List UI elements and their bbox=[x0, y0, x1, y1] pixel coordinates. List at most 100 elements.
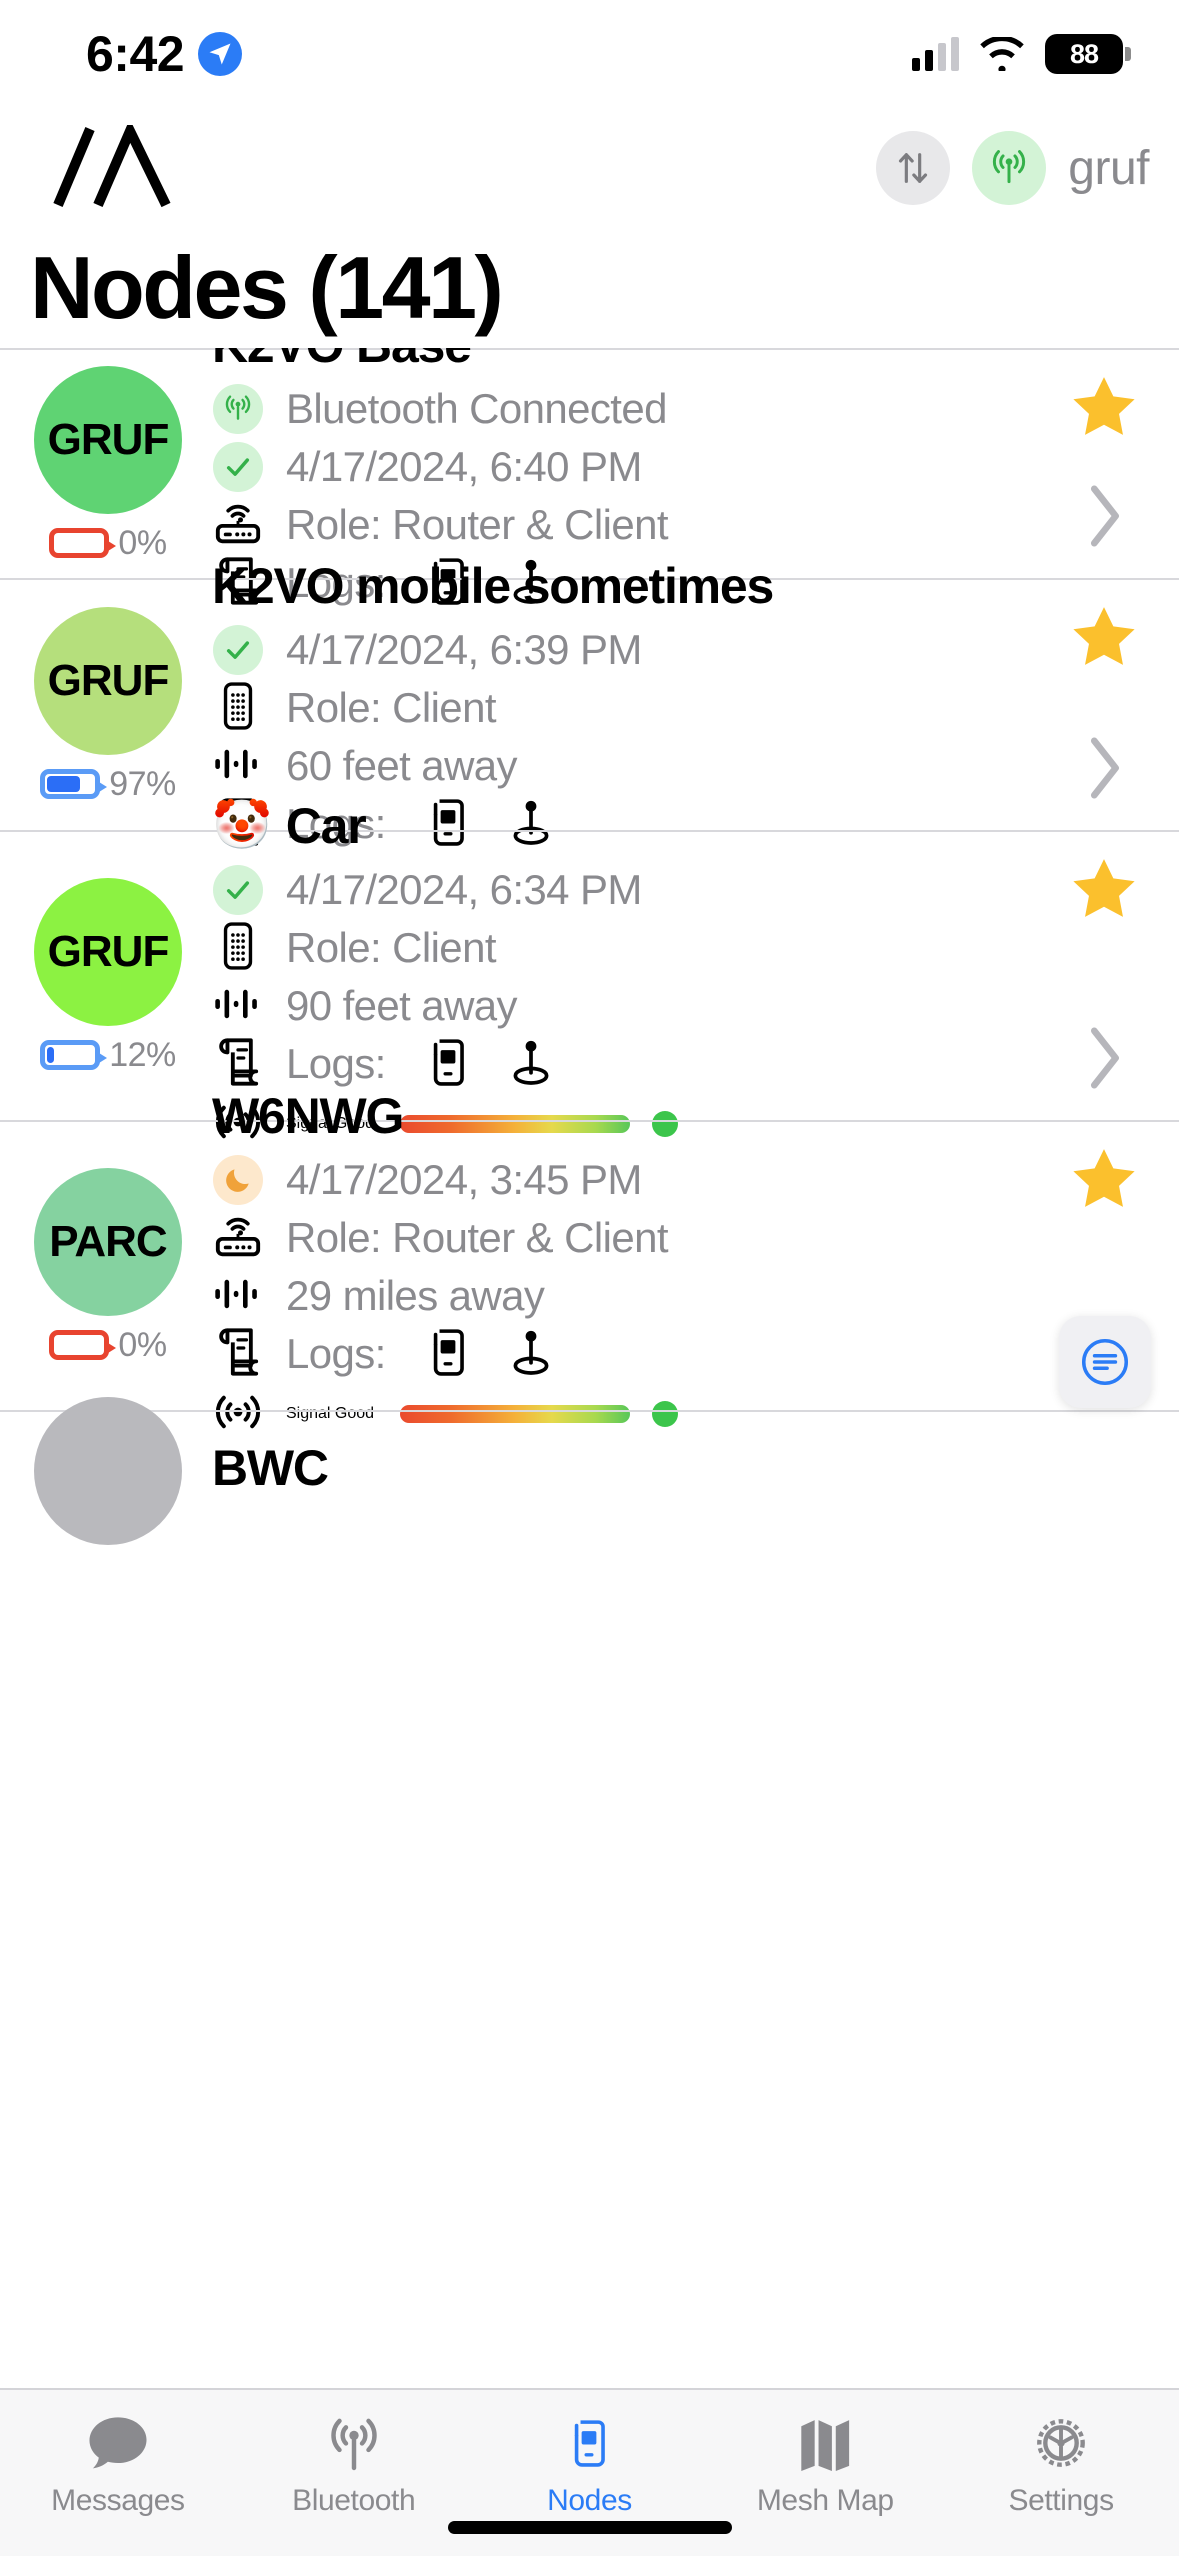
node-name: W6NWG bbox=[212, 1088, 404, 1144]
checkmark-icon bbox=[213, 442, 263, 492]
node-detail-row: 90 feet away bbox=[212, 977, 1059, 1035]
waveform-icon bbox=[213, 1272, 263, 1321]
detail-text: 4/17/2024, 6:39 PM bbox=[286, 626, 642, 673]
node-detail-row: Role: Router & Client bbox=[212, 1209, 1059, 1267]
chevron-right-icon[interactable] bbox=[1082, 481, 1126, 556]
sort-arrows-icon[interactable] bbox=[876, 131, 951, 205]
node-avatar-column: GRUF 12% bbox=[28, 877, 188, 1075]
detail-icon-slot bbox=[212, 384, 264, 434]
avatar: GRUF bbox=[34, 606, 182, 755]
page-title: Nodes (141) bbox=[0, 228, 1179, 348]
avatar: GRUF bbox=[34, 877, 182, 1026]
home-indicator bbox=[447, 2521, 732, 2534]
detail-text: Role: Client bbox=[286, 684, 497, 731]
detail-icon-slot bbox=[212, 1212, 264, 1265]
log-icons[interactable] bbox=[430, 1326, 552, 1383]
chevron-right-icon[interactable] bbox=[1082, 1023, 1126, 1098]
status-bar-left: 6:42 bbox=[86, 25, 243, 83]
node-detail-row: 4/17/2024, 3:45 PM bbox=[212, 1151, 1059, 1209]
star-icon[interactable] bbox=[1069, 602, 1139, 675]
moon-icon bbox=[213, 1155, 263, 1205]
status-bar-clock: 6:42 bbox=[86, 26, 185, 82]
status-bar-battery: 88 bbox=[1045, 34, 1131, 74]
node-row-actions bbox=[1059, 1412, 1149, 1530]
node-battery: 0% bbox=[49, 523, 167, 563]
tab-label: Settings bbox=[1008, 2484, 1114, 2517]
node-name: Car bbox=[285, 798, 367, 854]
tab-label: Messages bbox=[51, 2484, 185, 2517]
star-icon[interactable] bbox=[1069, 372, 1139, 445]
broadcast-icon[interactable] bbox=[972, 131, 1047, 205]
star-icon[interactable] bbox=[1069, 854, 1139, 927]
tab-nodes[interactable]: Nodes bbox=[489, 2412, 689, 2518]
node-avatar-column: GRUF 0% bbox=[28, 365, 188, 563]
antenna-icon bbox=[325, 2412, 383, 2474]
battery-icon bbox=[40, 769, 108, 799]
detail-icon-slot bbox=[212, 1272, 264, 1321]
flip-phone-icon[interactable] bbox=[430, 1326, 466, 1383]
map-pin-icon[interactable] bbox=[510, 1326, 552, 1383]
detail-icon-slot bbox=[212, 681, 264, 736]
tab-label: Mesh Map bbox=[756, 2484, 894, 2517]
cellular-bars-icon bbox=[912, 37, 959, 71]
logs-scroll-icon bbox=[215, 1326, 261, 1383]
node-row-actions bbox=[1059, 580, 1149, 830]
tab-messages[interactable]: Messages bbox=[18, 2412, 218, 2518]
node-emoji: 🤡 bbox=[212, 799, 272, 852]
node-avatar-column: PARC 0% bbox=[28, 1167, 188, 1365]
tab-bluetooth[interactable]: Bluetooth bbox=[254, 2412, 454, 2518]
node-list[interactable]: GRUF 0% K2VO Base Bluetooth Connected 4/… bbox=[0, 348, 1179, 2388]
node-title-line: K2VO mobile sometimes bbox=[212, 557, 1059, 615]
detail-text: 90 feet away bbox=[286, 982, 518, 1029]
detail-icon-slot bbox=[212, 1326, 264, 1383]
status-bar: 6:42 88 bbox=[0, 0, 1179, 108]
meshtastic-logo bbox=[48, 119, 198, 211]
checkmark-icon bbox=[213, 865, 263, 915]
node-battery: 0% bbox=[49, 1325, 167, 1365]
detail-icon-slot bbox=[212, 982, 264, 1031]
location-arrow-icon bbox=[198, 32, 243, 76]
tab-mesh-map[interactable]: Mesh Map bbox=[725, 2412, 925, 2518]
detail-icon-slot bbox=[212, 625, 264, 675]
detail-icon-slot bbox=[212, 1155, 264, 1205]
node-row[interactable]: BWC bbox=[0, 1397, 1179, 1545]
waveform-icon bbox=[213, 982, 263, 1031]
node-detail-row: 4/17/2024, 6:34 PM bbox=[212, 861, 1059, 919]
battery-percent-label: 0% bbox=[118, 1325, 167, 1364]
detail-icon-slot bbox=[212, 865, 264, 915]
node-detail-row: Role: Client bbox=[212, 679, 1059, 737]
node-detail-row: 4/17/2024, 6:40 PM bbox=[212, 438, 1059, 496]
chevron-right-icon[interactable] bbox=[1082, 733, 1126, 808]
filter-list-icon[interactable] bbox=[1059, 1316, 1151, 1408]
node-title-line: K2VO Base bbox=[212, 348, 1059, 374]
battery-icon bbox=[49, 528, 117, 558]
node-title-line: 🤡 Car bbox=[212, 797, 1059, 855]
battery-icon bbox=[49, 1330, 117, 1360]
node-name: K2VO mobile sometimes bbox=[212, 558, 774, 614]
node-name: BWC bbox=[212, 1440, 329, 1496]
detail-text: 4/17/2024, 6:34 PM bbox=[286, 866, 642, 913]
node-avatar-column bbox=[28, 1397, 188, 1545]
tab-label: Bluetooth bbox=[292, 2484, 416, 2517]
node-row[interactable]: PARC 0% W6NWG 4/17/2024, 3:45 PM Role: R… bbox=[0, 1088, 1179, 1428]
battery-icon bbox=[40, 1040, 108, 1070]
node-detail-row: 4/17/2024, 6:39 PM bbox=[212, 621, 1059, 679]
star-icon[interactable] bbox=[1069, 1144, 1139, 1217]
detail-text: Role: Client bbox=[286, 924, 497, 971]
tab-settings[interactable]: Settings bbox=[961, 2412, 1161, 2518]
client-device-icon bbox=[221, 921, 255, 976]
tab-label: Nodes bbox=[547, 2484, 632, 2517]
node-detail-row: Role: Client bbox=[212, 919, 1059, 977]
battery-percent-label: 12% bbox=[109, 1035, 176, 1074]
battery-percent-label: 0% bbox=[118, 523, 167, 562]
folded-map-icon bbox=[797, 2412, 853, 2474]
status-bar-right: 88 bbox=[912, 34, 1131, 74]
node-row-actions bbox=[1059, 350, 1149, 578]
flip-phone-icon bbox=[571, 2412, 607, 2474]
node-detail-row: Bluetooth Connected bbox=[212, 380, 1059, 438]
page-title-text: Nodes (141) bbox=[30, 238, 504, 337]
detail-text: Role: Router & Client bbox=[286, 501, 669, 548]
gear-icon bbox=[1031, 2412, 1091, 2474]
nav-username: gruf bbox=[1068, 141, 1149, 195]
detail-icon-slot bbox=[212, 921, 264, 976]
